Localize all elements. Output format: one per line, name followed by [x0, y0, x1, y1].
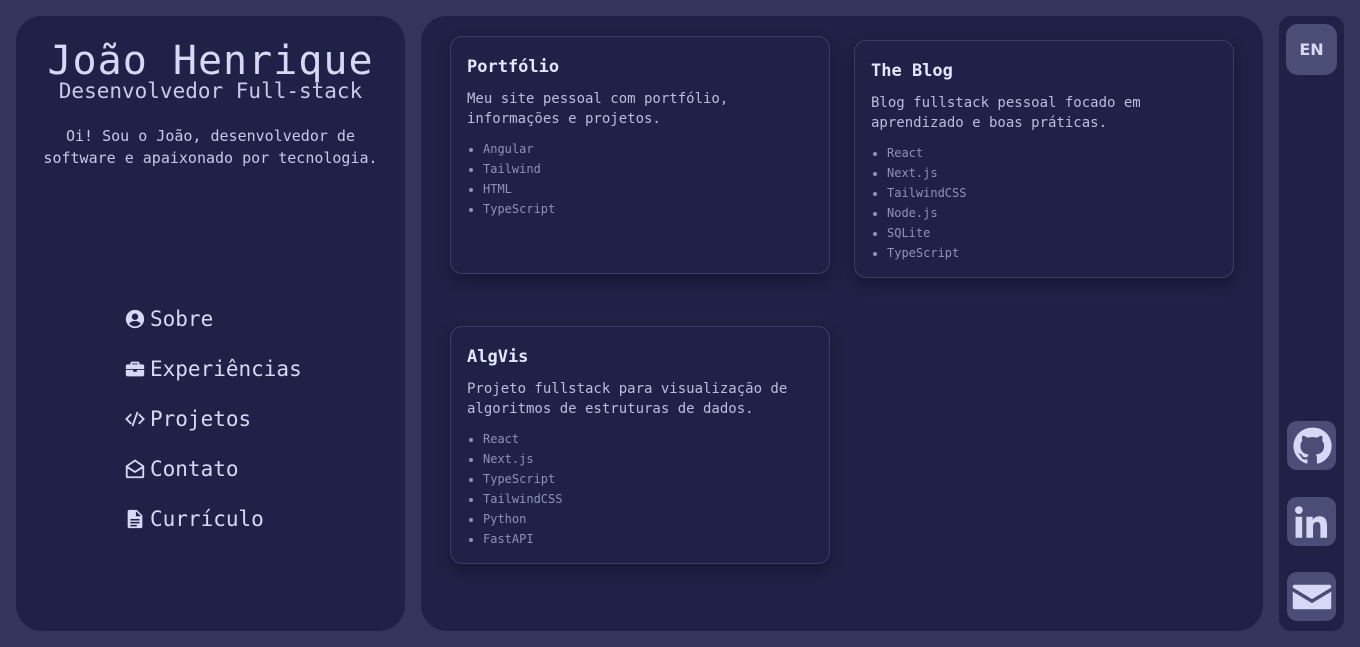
- profile-intro: Oi! Sou o João, desenvolvedor de softwar…: [43, 127, 378, 167]
- email-icon: [1292, 584, 1331, 609]
- code-icon: [124, 408, 146, 430]
- tech-item: TypeScript: [483, 199, 813, 219]
- project-tech-list: React Next.js TypeScript TailwindCSS Pyt…: [467, 429, 813, 549]
- project-tech-list: React Next.js TailwindCSS Node.js SQLite…: [871, 143, 1217, 263]
- nav-item-label: Sobre: [150, 307, 214, 331]
- tech-item: TailwindCSS: [887, 183, 1217, 203]
- user-circle-icon: [124, 308, 146, 330]
- tech-item: Node.js: [887, 203, 1217, 223]
- nav-item-curriculo[interactable]: Currículo: [124, 494, 302, 544]
- github-link[interactable]: [1287, 421, 1336, 470]
- profile-panel: João Henrique Desenvolvedor Full-stack O…: [16, 16, 405, 631]
- tech-item: TailwindCSS: [483, 489, 813, 509]
- tech-item: Next.js: [887, 163, 1217, 183]
- nav-item-contato[interactable]: Contato: [124, 444, 302, 494]
- tech-item: FastAPI: [483, 529, 813, 549]
- nav-item-label: Projetos: [150, 407, 252, 431]
- nav-item-label: Contato: [150, 457, 239, 481]
- nav-item-label: Currículo: [150, 507, 264, 531]
- nav-item-label: Experiências: [150, 357, 302, 381]
- tech-item: HTML: [483, 179, 813, 199]
- project-title: The Blog: [871, 61, 953, 81]
- projects-panel: Portfólio Meu site pessoal com portfólio…: [421, 16, 1263, 631]
- linkedin-icon: [1294, 505, 1327, 538]
- project-title: AlgVis: [467, 347, 529, 367]
- project-description: Projeto fullstack para visualização de a…: [467, 381, 788, 417]
- tech-item: React: [887, 143, 1217, 163]
- briefcase-icon: [124, 358, 146, 380]
- language-toggle-button[interactable]: EN: [1286, 24, 1337, 75]
- project-description: Meu site pessoal com portfólio, informaç…: [467, 91, 729, 127]
- email-link[interactable]: [1287, 572, 1336, 621]
- project-tech-list: Angular Tailwind HTML TypeScript: [467, 139, 813, 219]
- tech-item: Next.js: [483, 449, 813, 469]
- project-title: Portfólio: [467, 57, 560, 77]
- envelope-open-icon: [124, 458, 146, 480]
- nav-item-projetos[interactable]: Projetos: [124, 394, 302, 444]
- project-description: Blog fullstack pessoal focado em aprendi…: [871, 95, 1141, 131]
- nav-item-sobre[interactable]: Sobre: [124, 294, 302, 344]
- nav-item-experiencias[interactable]: Experiências: [124, 344, 302, 394]
- file-icon: [124, 508, 146, 530]
- project-card-algvis[interactable]: AlgVis Projeto fullstack para visualizaç…: [450, 326, 830, 564]
- tech-item: TypeScript: [887, 243, 1217, 263]
- profile-name: João Henrique: [47, 38, 374, 84]
- right-sidebar: EN: [1279, 16, 1344, 631]
- tech-item: TypeScript: [483, 469, 813, 489]
- project-card-the-blog[interactable]: The Blog Blog fullstack pessoal focado e…: [854, 40, 1234, 278]
- main-nav: Sobre Experiências Projetos Contato Curr…: [124, 294, 302, 544]
- github-icon: [1292, 427, 1332, 464]
- tech-item: Tailwind: [483, 159, 813, 179]
- tech-item: React: [483, 429, 813, 449]
- tech-item: Angular: [483, 139, 813, 159]
- linkedin-link[interactable]: [1287, 497, 1336, 546]
- tech-item: SQLite: [887, 223, 1217, 243]
- project-card-portfolio[interactable]: Portfólio Meu site pessoal com portfólio…: [450, 36, 830, 274]
- profile-role: Desenvolvedor Full-stack: [58, 79, 363, 103]
- tech-item: Python: [483, 509, 813, 529]
